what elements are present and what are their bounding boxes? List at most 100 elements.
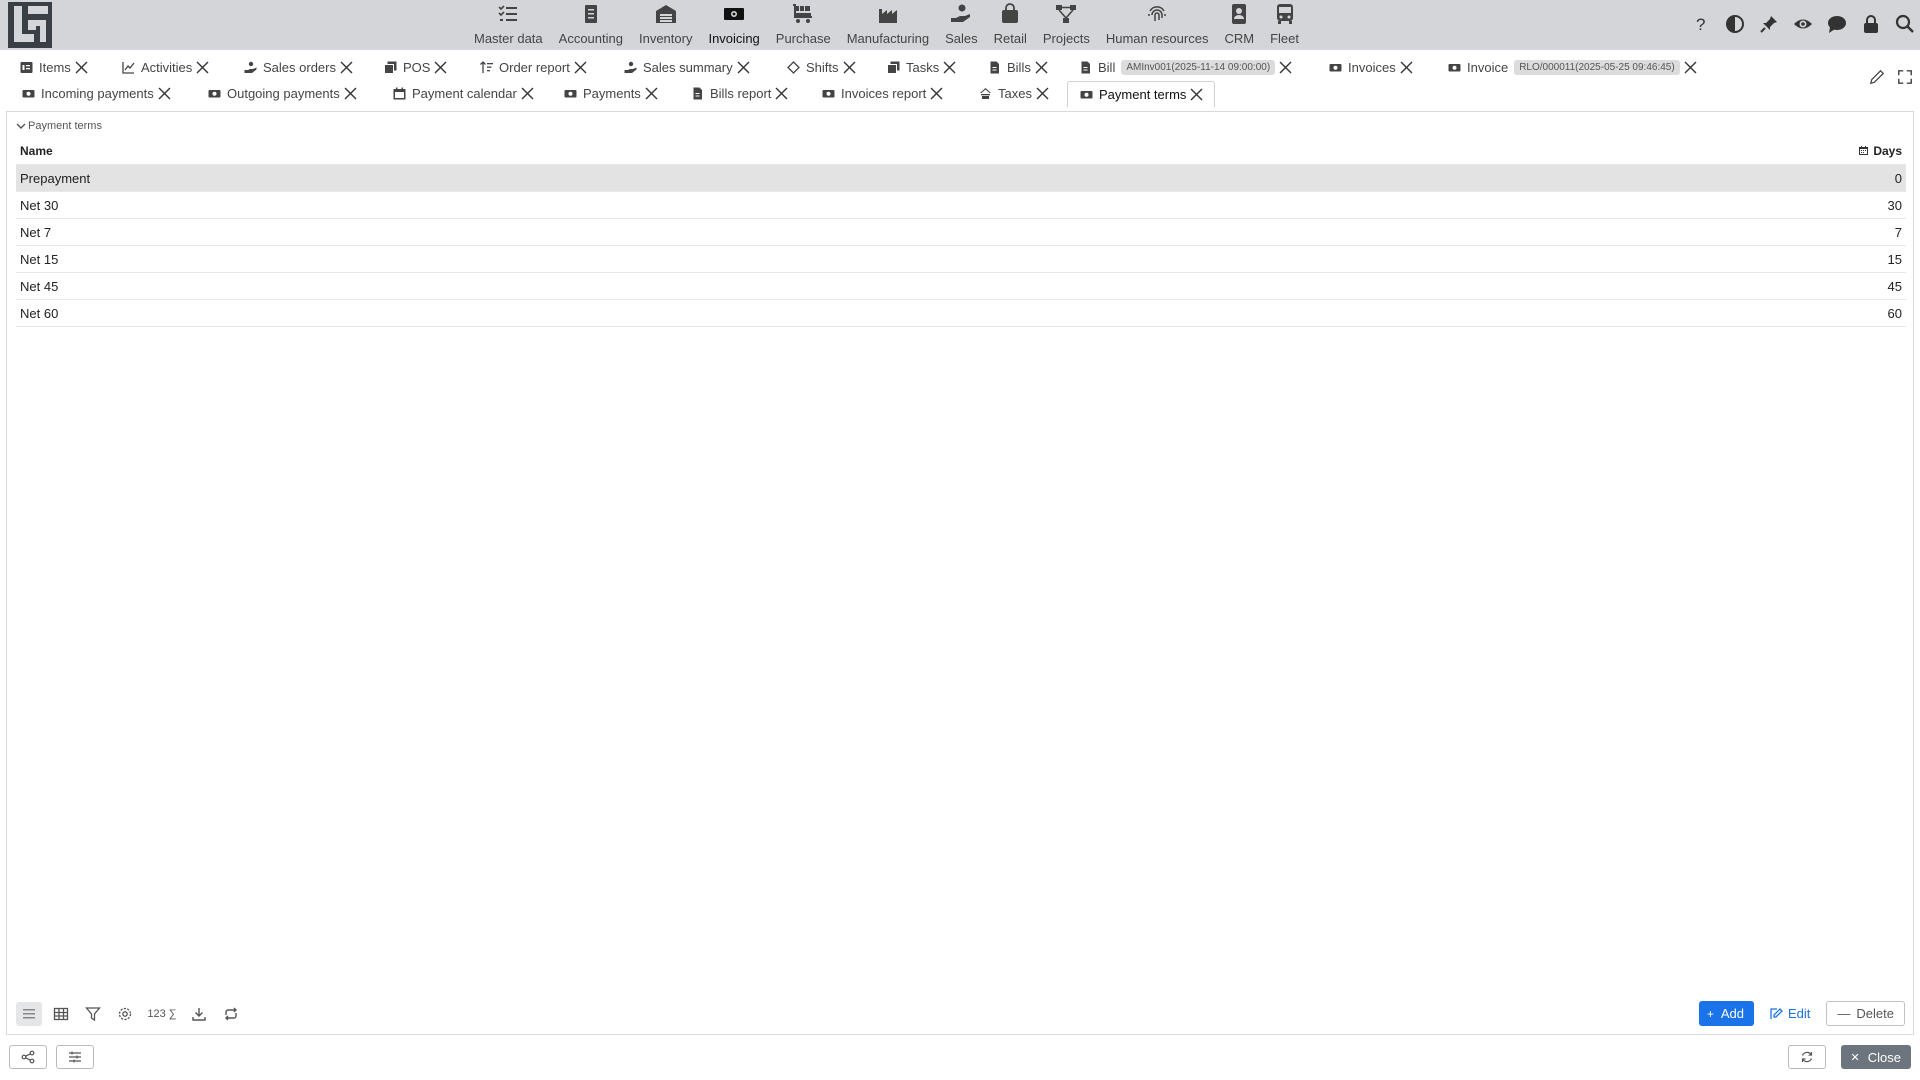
tab-sales-summary[interactable]: Sales summary [620, 55, 755, 79]
minus-icon: — [1837, 1006, 1851, 1021]
tab-items[interactable]: Items [16, 55, 93, 79]
close-icon[interactable] [774, 86, 789, 101]
section-header[interactable]: Payment terms [16, 120, 102, 132]
edit-button-label: Edit [1788, 1006, 1811, 1021]
export-button[interactable] [186, 1002, 212, 1026]
table-row[interactable]: Net 60 60 [16, 300, 1906, 327]
module-purchase[interactable]: Purchase [768, 0, 839, 50]
tab-activities[interactable]: Activities [118, 55, 214, 79]
module-master-data[interactable]: Master data [466, 0, 551, 50]
tab-tasks[interactable]: Tasks [883, 55, 961, 79]
edit-button[interactable]: Edit [1764, 1001, 1816, 1026]
tab-bills[interactable]: Bills [984, 55, 1053, 79]
tab-label: Shifts [806, 59, 839, 75]
close-icon[interactable] [1189, 87, 1204, 102]
tab-payment-calendar[interactable]: Payment calendar [389, 81, 539, 105]
table-row[interactable]: Prepayment 0 [16, 165, 1906, 192]
fullscreen-icon[interactable] [1896, 68, 1914, 86]
tab-bills-report[interactable]: Bills report [687, 81, 793, 105]
close-icon[interactable] [942, 60, 957, 75]
filter-button[interactable] [80, 1002, 106, 1026]
close-icon[interactable] [1683, 60, 1698, 75]
edit-icon [1770, 1008, 1783, 1019]
contrast-icon[interactable] [1724, 13, 1746, 35]
close-icon[interactable] [1034, 60, 1049, 75]
tab-shifts[interactable]: Shifts [783, 55, 861, 79]
module-crm[interactable]: CRM [1216, 0, 1262, 50]
table-row[interactable]: Net 45 45 [16, 273, 1906, 300]
close-icon[interactable] [520, 86, 535, 101]
pin-icon[interactable] [1758, 13, 1780, 35]
close-icon[interactable] [343, 86, 358, 101]
tab-invoices-report[interactable]: Invoices report [818, 81, 948, 105]
table-row[interactable]: Net 7 7 [16, 219, 1906, 246]
module-retail[interactable]: Retail [986, 0, 1035, 50]
close-icon[interactable] [195, 60, 210, 75]
tab-bill[interactable]: Bill AMInv001(2025-11-14 09:00:00) [1075, 55, 1297, 79]
cell-name: Net 15 [20, 251, 59, 267]
module-label: Fleet [1270, 31, 1299, 46]
close-icon[interactable] [433, 60, 448, 75]
tab-pos[interactable]: POS [380, 55, 452, 79]
sum-button[interactable]: 123 ∑ [144, 1002, 180, 1026]
tab-taxes[interactable]: Taxes [975, 81, 1054, 105]
module-fleet[interactable]: Fleet [1262, 0, 1307, 50]
delete-button[interactable]: — Delete [1826, 1001, 1905, 1026]
module-accounting[interactable]: Accounting [551, 0, 631, 50]
shopping-bag-icon [1002, 3, 1019, 23]
lock-icon[interactable] [1860, 13, 1882, 35]
close-icon[interactable] [1278, 60, 1293, 75]
tab-badge: AMInv001(2025-11-14 09:00:00) [1121, 59, 1276, 75]
tab-payments[interactable]: Payments [560, 81, 663, 105]
eye-icon[interactable] [1792, 13, 1814, 35]
share-button[interactable] [9, 1045, 47, 1069]
tab-label: Taxes [998, 85, 1032, 101]
table-row[interactable]: Net 15 15 [16, 246, 1906, 273]
settings-button[interactable] [112, 1002, 138, 1026]
close-icon[interactable] [644, 86, 659, 101]
table-view-button[interactable] [48, 1002, 74, 1026]
module-human-resources[interactable]: Human resources [1098, 0, 1217, 50]
tab-label: Bills report [710, 85, 772, 101]
module-sales[interactable]: Sales [937, 0, 986, 50]
module-projects[interactable]: Projects [1035, 0, 1098, 50]
tab-outgoing-payments[interactable]: Outgoing payments [204, 81, 362, 105]
help-icon[interactable]: ? [1690, 13, 1712, 35]
options-button[interactable] [56, 1045, 94, 1069]
close-icon[interactable] [736, 60, 751, 75]
column-header-name[interactable]: Name [16, 144, 1846, 158]
table-row[interactable]: Net 30 30 [16, 192, 1906, 219]
tab-sales-orders[interactable]: Sales orders [240, 55, 358, 79]
cell-days: 0 [1894, 170, 1902, 186]
column-header-days[interactable]: Days [1846, 144, 1906, 158]
module-inventory[interactable]: Inventory [631, 0, 700, 50]
list-view-button[interactable] [16, 1002, 42, 1026]
module-label: Projects [1042, 31, 1090, 46]
close-icon[interactable] [573, 60, 588, 75]
close-icon[interactable] [157, 86, 172, 101]
cell-name: Net 7 [20, 224, 52, 240]
tab-order-report[interactable]: Order report [476, 55, 592, 79]
module-manufacturing[interactable]: Manufacturing [839, 0, 937, 50]
add-button[interactable]: + Add [1698, 1001, 1755, 1026]
tab-invoice[interactable]: Invoice RLO/000011(2025-05-25 09:46:45) [1444, 55, 1702, 79]
close-icon[interactable] [929, 86, 944, 101]
tab-invoices[interactable]: Invoices [1325, 55, 1418, 79]
app-logo[interactable] [8, 2, 52, 48]
close-button[interactable]: ✕ Close [1840, 1045, 1911, 1069]
copy-icon [887, 61, 900, 74]
close-icon[interactable] [74, 60, 89, 75]
tab-incoming-payments[interactable]: Incoming payments [18, 81, 176, 105]
reload-button[interactable] [1788, 1045, 1826, 1069]
close-icon[interactable] [339, 60, 354, 75]
module-invoicing[interactable]: Invoicing [700, 0, 767, 50]
close-icon[interactable] [1035, 86, 1050, 101]
refresh-button[interactable] [218, 1002, 244, 1026]
pencil-icon[interactable] [1868, 68, 1886, 86]
close-icon[interactable] [842, 60, 857, 75]
chat-icon[interactable] [1826, 13, 1848, 35]
diamond-icon [787, 60, 800, 74]
close-icon[interactable] [1399, 60, 1414, 75]
tab-payment-terms[interactable]: Payment terms [1067, 81, 1216, 107]
search-icon[interactable] [1894, 13, 1916, 35]
